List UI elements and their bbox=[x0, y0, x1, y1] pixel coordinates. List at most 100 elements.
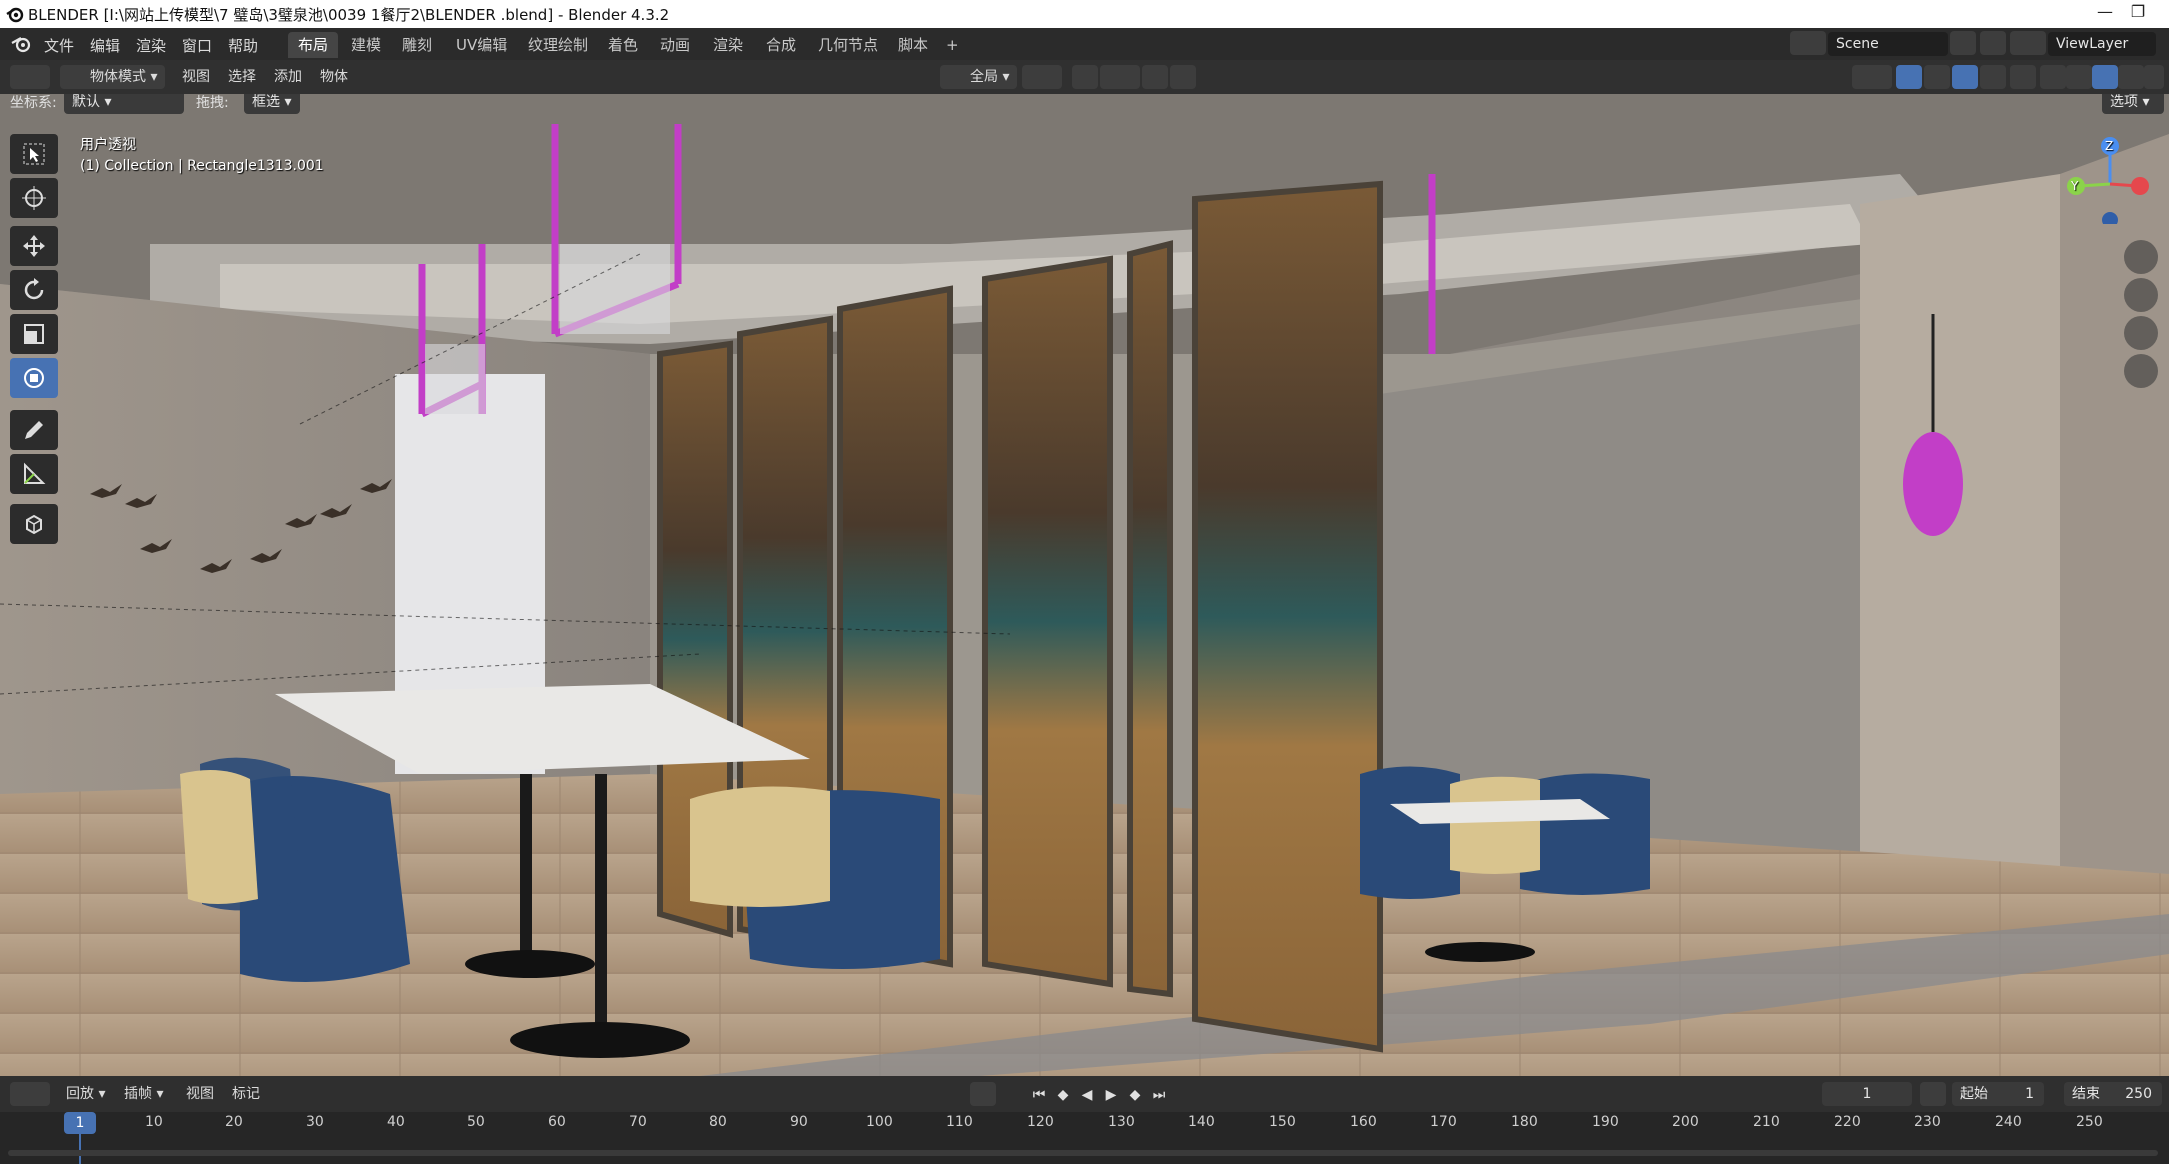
frame-tick: 190 bbox=[1592, 1114, 1619, 1130]
coord-system-selector[interactable]: 默认 ▾ bbox=[64, 94, 184, 114]
move-arrows-icon bbox=[23, 235, 45, 257]
gizmo-y-label: Y bbox=[2071, 179, 2079, 193]
tab-geometry-nodes[interactable]: 几何节点 bbox=[808, 32, 888, 58]
playhead-line bbox=[79, 1134, 81, 1164]
add-workspace-button[interactable]: + bbox=[936, 32, 969, 58]
frame-tick: 30 bbox=[306, 1114, 324, 1130]
frame-tick: 210 bbox=[1753, 1114, 1780, 1130]
tab-sculpting[interactable]: 雕刻 bbox=[392, 32, 442, 58]
new-scene-icon[interactable] bbox=[1950, 31, 1976, 55]
frame-end-label: 结束 bbox=[2072, 1086, 2100, 1102]
preview-range-icon[interactable] bbox=[1920, 1082, 1946, 1106]
add-cube-tool[interactable] bbox=[10, 504, 58, 544]
current-frame-field[interactable]: 1 bbox=[1822, 1082, 1912, 1106]
snap-target-icon[interactable] bbox=[1100, 65, 1140, 89]
measure-tool[interactable] bbox=[10, 454, 58, 494]
select-box-tool[interactable] bbox=[10, 134, 58, 174]
scene-name-field[interactable]: Scene bbox=[1828, 32, 1948, 56]
timeline-ruler[interactable]: 1 10 20 30 40 50 60 70 80 90 100 110 120… bbox=[0, 1112, 2169, 1164]
header-menu-object[interactable]: 物体 bbox=[320, 65, 348, 89]
timeline-menu-keying[interactable]: 插帧 ▾ bbox=[124, 1082, 163, 1106]
transform-orientation-selector[interactable]: 全局 ▾ bbox=[940, 65, 1018, 89]
menu-file[interactable]: 文件 bbox=[44, 35, 74, 56]
scale-tool[interactable] bbox=[10, 314, 58, 354]
viewlayer-name-field[interactable]: ViewLayer bbox=[2048, 32, 2156, 56]
mode-label: 物体模式 bbox=[90, 69, 146, 85]
viewlayer-selector-icon[interactable] bbox=[2010, 31, 2046, 55]
gizmo-menu-icon[interactable] bbox=[1924, 65, 1950, 89]
cursor-tool[interactable] bbox=[10, 178, 58, 218]
timeline-menu-marker[interactable]: 标记 bbox=[232, 1082, 260, 1106]
frame-end-field[interactable]: 结束 250 bbox=[2064, 1082, 2162, 1106]
pan-hand-icon[interactable] bbox=[2124, 278, 2158, 312]
timeline-menu-view[interactable]: 视图 bbox=[186, 1082, 214, 1106]
options-label: 选项 bbox=[2110, 94, 2138, 110]
tab-layout[interactable]: 布局 bbox=[288, 32, 339, 58]
tab-animation[interactable]: 动画 bbox=[650, 32, 700, 58]
play-reverse-icon[interactable]: ◀ bbox=[1078, 1086, 1096, 1104]
jump-start-icon[interactable]: ⏮ bbox=[1030, 1086, 1048, 1104]
gizmo-toggle-icon[interactable] bbox=[1896, 65, 1922, 89]
mode-selector[interactable]: 物体模式 ▾ bbox=[60, 65, 166, 89]
cube-icon bbox=[26, 514, 42, 535]
annotate-tool[interactable] bbox=[10, 410, 58, 450]
visibility-icon[interactable] bbox=[1852, 65, 1892, 89]
prev-keyframe-icon[interactable]: ◆ bbox=[1054, 1086, 1072, 1104]
ortho-grid-icon[interactable] bbox=[2124, 354, 2158, 388]
header-menu-select[interactable]: 选择 bbox=[228, 65, 256, 89]
snap-toggle-icon[interactable] bbox=[1072, 65, 1098, 89]
tab-modeling[interactable]: 建模 bbox=[341, 32, 391, 58]
timeline-editor-type-icon[interactable] bbox=[10, 1082, 50, 1106]
tab-compositing[interactable]: 合成 bbox=[756, 32, 806, 58]
3d-viewport[interactable]: 用户透视 (1) Collection | Rectangle1313.001 … bbox=[0, 94, 2169, 1076]
proportional-edit-icon[interactable] bbox=[1142, 65, 1168, 89]
pencil-icon bbox=[25, 421, 43, 439]
jump-end-icon[interactable]: ⏭ bbox=[1150, 1086, 1168, 1104]
header-menu-view[interactable]: 视图 bbox=[182, 65, 210, 89]
tab-rendering[interactable]: 渲染 bbox=[703, 32, 753, 58]
tab-shading[interactable]: 着色 bbox=[598, 32, 648, 58]
camera-view-icon[interactable] bbox=[2124, 316, 2158, 350]
gizmo-neg-z-axis[interactable] bbox=[2102, 212, 2118, 224]
zoom-icon[interactable] bbox=[2124, 240, 2158, 274]
delete-scene-icon[interactable] bbox=[1980, 31, 2006, 55]
frame-end-value: 250 bbox=[2125, 1086, 2152, 1102]
rendered-shading-icon[interactable] bbox=[2118, 65, 2144, 89]
wireframe-shading-icon[interactable] bbox=[2040, 65, 2066, 89]
auto-keying-icon[interactable] bbox=[970, 1082, 996, 1106]
xray-toggle-icon[interactable] bbox=[2010, 65, 2036, 89]
overlay-toggle-icon[interactable] bbox=[1952, 65, 1978, 89]
tab-texture-paint[interactable]: 纹理绘制 bbox=[518, 32, 598, 58]
tab-uv-editing[interactable]: UV编辑 bbox=[446, 32, 517, 58]
solid-shading-icon[interactable] bbox=[2066, 65, 2092, 89]
material-preview-icon[interactable] bbox=[2092, 65, 2118, 89]
shading-menu-icon[interactable] bbox=[2144, 65, 2164, 89]
next-keyframe-icon[interactable]: ◆ bbox=[1126, 1086, 1144, 1104]
rotate-tool[interactable] bbox=[10, 270, 58, 310]
header-menu-add[interactable]: 添加 bbox=[274, 65, 302, 89]
editor-type-icon[interactable] bbox=[10, 65, 50, 89]
blender-menu-icon[interactable] bbox=[10, 35, 32, 53]
scene-selector-icon[interactable] bbox=[1790, 31, 1826, 55]
timeline-scrollbar[interactable] bbox=[8, 1150, 2158, 1156]
overlay-menu-icon[interactable] bbox=[1980, 65, 2006, 89]
pivot-point-icon[interactable] bbox=[1022, 65, 1062, 89]
playhead-marker[interactable]: 1 bbox=[64, 1112, 96, 1134]
frame-tick: 140 bbox=[1188, 1114, 1215, 1130]
gizmo-x-axis[interactable] bbox=[2131, 177, 2149, 195]
menu-render[interactable]: 渲染 bbox=[136, 35, 166, 56]
play-icon[interactable]: ▶ bbox=[1102, 1086, 1120, 1104]
transform-tool[interactable] bbox=[10, 358, 58, 398]
restore-button[interactable]: ❐ bbox=[2118, 2, 2158, 26]
falloff-icon[interactable] bbox=[1170, 65, 1196, 89]
timeline-menu-playback[interactable]: 回放 ▾ bbox=[66, 1082, 105, 1106]
drag-label: 拖拽: bbox=[196, 95, 229, 111]
frame-start-field[interactable]: 起始 1 bbox=[1952, 1082, 2044, 1106]
menu-window[interactable]: 窗口 bbox=[182, 35, 212, 56]
tab-scripting[interactable]: 脚本 bbox=[888, 32, 938, 58]
menu-edit[interactable]: 编辑 bbox=[90, 35, 120, 56]
drag-selector[interactable]: 框选 ▾ bbox=[244, 94, 300, 114]
move-tool[interactable] bbox=[10, 226, 58, 266]
menu-help[interactable]: 帮助 bbox=[228, 35, 258, 56]
options-button[interactable]: 选项 ▾ bbox=[2102, 94, 2164, 114]
